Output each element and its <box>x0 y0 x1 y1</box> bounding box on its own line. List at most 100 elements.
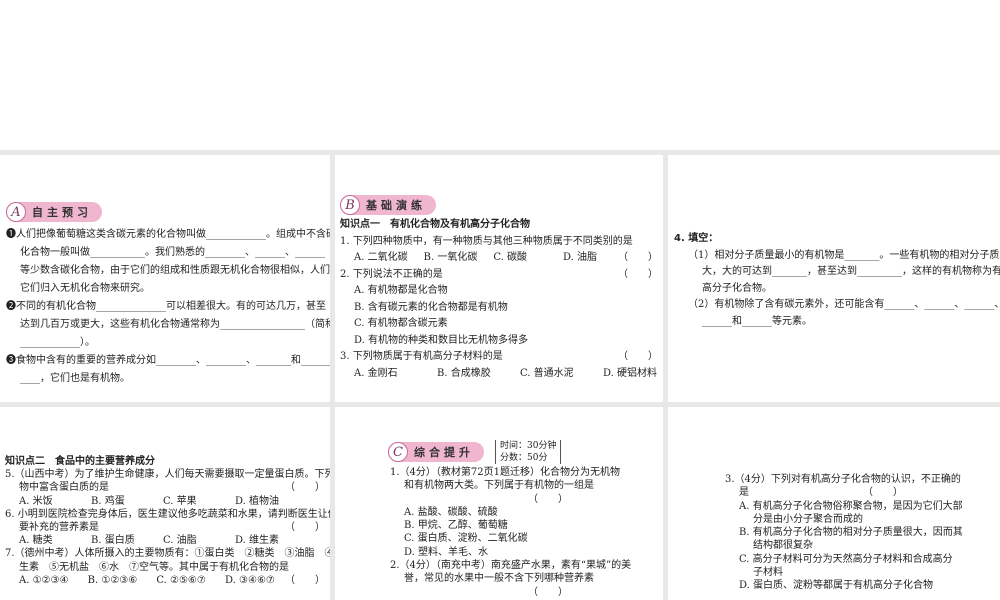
option: D. 油脂 <box>563 252 598 263</box>
options-row: A. ①②③④ B. ①②③⑥ C. ②⑤⑥⑦ D. ③④⑥⑦ <box>5 574 285 587</box>
answer-paren: （ ） <box>528 586 568 598</box>
option-cont: 分是由小分子聚合而成的 <box>753 513 863 525</box>
option: B. 一氧化碳 <box>423 252 478 263</box>
badge-letter: A <box>6 202 26 222</box>
text-line: ____，它们也是有机物。 <box>20 373 130 384</box>
blank-top-area <box>0 0 1000 150</box>
text: 是 <box>739 487 749 499</box>
panel-fill-in: 4. 填空： （1）相对分子质量最小的有机物是_______。一些有机物的相对分… <box>668 155 1000 402</box>
option: A. 有机物都是化合物 <box>354 285 448 296</box>
answer-paren: （ ） <box>285 574 325 586</box>
text-line: 等少数含碳化合物，由于它们的组成和性质跟无机化合物很相似，人们就将 <box>20 265 330 276</box>
option: A. 二氧化碳 <box>354 252 408 263</box>
option: C. 碳酸 <box>493 252 527 263</box>
text-line: 化合物一般叫做___________。我们熟悉的________、______、… <box>20 247 325 258</box>
practice-questions: 知识点一 有机化合物及有机高分子化合物 1. 下列四种物质中，有一种物质与其他三… <box>340 217 658 382</box>
badge-title: 自主预习 <box>32 206 92 219</box>
badge-letter: B <box>340 195 360 215</box>
option: A. 盐酸、碳酸、硫酸 <box>404 506 498 518</box>
option: D. 植物油 <box>235 495 280 507</box>
option: B. 合成橡胶 <box>437 367 491 379</box>
question-stem: 4. 填空： <box>674 233 719 244</box>
answer-paren: （ ） <box>528 493 568 505</box>
text-line: ❷不同的有机化合物______________可以相差很大。有的可达几万，甚至 <box>6 301 326 312</box>
option: D. 硬铝材料 <box>603 367 658 379</box>
question-4: 4. 填空： （1）相对分子质量最小的有机物是_______。一些有机物的相对分… <box>674 231 1000 330</box>
knowledge-point-heading: 知识点一 有机化合物及有机高分子化合物 <box>340 219 530 230</box>
time-limit: 时间：30分钟 <box>500 441 557 451</box>
badge-title: 综合提升 <box>414 446 474 459</box>
option: B. 蛋白质 <box>91 535 135 547</box>
knowledge-point-heading: 知识点二 食品中的主要营养成分 <box>5 456 155 467</box>
option: B. 鸡蛋 <box>91 495 125 507</box>
text: 要补充的营养素是 <box>19 521 99 533</box>
question-stem: 5.（山西中考）为了维护生命健康，人们每天需要摄取一定量蛋白质。下列食 <box>5 469 330 481</box>
answer-paren: （ ） <box>863 487 903 499</box>
text-line: ❸食物中含有的重要的营养成分如________、________、_______… <box>6 355 330 366</box>
answer-paren: （ ） <box>618 351 658 362</box>
answer-paren: （ ） <box>285 482 325 494</box>
nutrition-questions: 知识点二 食品中的主要营养成分 5.（山西中考）为了维护生命健康，人们每天需要摄… <box>5 455 330 587</box>
answer-paren: （ ） <box>618 268 658 280</box>
text-line: 和有机物两大类。下列属于有机物的一组是 <box>404 480 594 492</box>
options-row: A. 二氧化碳 B. 一氧化碳 C. 碳酸 D. 油脂 <box>340 250 618 267</box>
question-stem: 3.（4分）下列对有机高分子化合物的认识，不正确的 <box>725 474 961 485</box>
badge-letter: C <box>388 442 408 462</box>
options-row: A. 米饭 B. 鸡蛋 C. 苹果 D. 植物油 <box>5 495 285 508</box>
option: C. ②⑤⑥⑦ <box>156 574 206 586</box>
option: B. 甲烷、乙醇、葡萄糖 <box>404 520 508 532</box>
question-stem-cont: 是 （ ） <box>725 486 903 499</box>
option: D. 蛋白质、淀粉等都属于有机高分子化合物 <box>739 580 934 592</box>
panel-polymer-question: 3.（4分）下列对有机高分子化合物的认识，不正确的 是 （ ） A. 有机高分子化… <box>668 407 1000 600</box>
question-stem: 6. 小明到医院检查完身体后，医生建议他多吃蔬菜和水果，请判断医生让他主 <box>5 508 330 520</box>
text-line: 高分子化合物。 <box>702 282 772 294</box>
text-line: 达到几百万或更大，这些有机化合物通常称为_________________（简称 <box>20 319 330 330</box>
text: 生素 ⑤无机盐 ⑥水 ⑦空气等。其中属于有机化合物的是 <box>19 561 289 573</box>
option: B. 含有碳元素的化合物都是有机物 <box>354 301 508 313</box>
comprehensive-questions: 1.（4分）（教材第72页1题迁移）化合物分为无机物 和有机物两大类。下列属于有… <box>390 466 632 599</box>
panel-self-preview: A 自主预习 ❶人们把像葡萄糖这类含碳元素的化合物叫做____________。… <box>0 155 330 402</box>
option: D. 有机物的种类和数目比无机物多得多 <box>354 334 529 346</box>
options-row: A. 糖类 B. 蛋白质 C. 油脂 D. 维生素 <box>5 534 285 547</box>
question-stem: 2. 下列说法不正确的是 <box>340 268 443 280</box>
option: C. 油脂 <box>163 535 197 547</box>
text: 物中富含蛋白质的是 <box>19 482 109 494</box>
option: A. 米饭 <box>19 495 53 507</box>
option: A. 糖类 <box>19 535 53 547</box>
text-line: 它们归入无机化合物来研究。 <box>20 283 150 294</box>
text-line: （1）相对分子质量最小的有机物是_______。一些有机物的相对分子质量较 <box>688 249 1000 261</box>
text-line: ____________）。 <box>20 337 95 348</box>
text-line: 大，大的可达到_______，甚至达到_________，这样的有机物称为有机 <box>702 266 1000 277</box>
answer-paren: （ ） <box>618 252 658 263</box>
question-stem: 1. 下列四种物质中，有一种物质与其他三种物质属于不同类别的是 <box>340 235 633 247</box>
question-stem: 7.（德州中考）人体所摄入的主要物质有：①蛋白类 ②糖类 ③油脂 ④维 <box>5 548 330 560</box>
option: B. ①②③⑥ <box>87 574 138 586</box>
question-2: 2. 下列说法不正确的是 （ ） <box>340 267 658 284</box>
answer-paren: （ ） <box>285 521 325 533</box>
option: B. 有机高分子化合物的相对分子质量很大，因而其 <box>739 527 963 539</box>
panel-comprehensive: C 综合提升 时间：30分钟 分数：50分 1.（4分）（教材第72页1题迁移）… <box>335 407 663 600</box>
panel-nutrition: 知识点二 食品中的主要营养成分 5.（山西中考）为了维护生命健康，人们每天需要摄… <box>0 407 330 600</box>
score-total: 分数：50分 <box>500 453 548 463</box>
panel-basic-practice: B 基础演练 知识点一 有机化合物及有机高分子化合物 1. 下列四种物质中，有一… <box>335 155 663 402</box>
text-line: （2）有机物除了含有碳元素外，还可能含有______、______、______… <box>688 299 1000 310</box>
question-stem: 3. 下列物质属于有机高分子材料的是 <box>340 351 503 362</box>
option: C. 高分子材料可分为天然高分子材料和合成高分 <box>739 553 953 565</box>
option: C. 普通水泥 <box>520 367 574 379</box>
option: D. ③④⑥⑦ <box>225 574 275 586</box>
text-line: 誉，常见的水果中一般不含下列哪种营养素 <box>404 573 594 585</box>
section-badge-a: A 自主预习 <box>6 202 102 222</box>
option: C. 苹果 <box>163 495 197 507</box>
question-stem: 2.（4分）（南充中考）南充盛产水果，素有“果城”的美 <box>390 560 632 572</box>
badge-title: 基础演练 <box>366 199 426 212</box>
section-badge-b: B 基础演练 <box>340 195 436 215</box>
question-stem-cont: 生素 ⑤无机盐 ⑥水 ⑦空气等。其中属于有机化合物的是（ ） <box>5 561 325 586</box>
text-line: ______和______等元素。 <box>702 315 812 327</box>
options-row: A. 金刚石 B. 合成橡胶 C. 普通水泥 D. 硬铝材料 <box>340 366 658 383</box>
option-cont: 结构都很复杂 <box>753 540 813 552</box>
question-3: 3.（4分）下列对有机高分子化合物的认识，不正确的 是 （ ） A. 有机高分子化… <box>725 473 963 593</box>
question-stem-cont: 物中富含蛋白质的是 （ ） <box>5 481 325 494</box>
option: C. 蛋白质、淀粉、二氧化碳 <box>404 533 528 545</box>
time-score-box: 时间：30分钟 分数：50分 <box>495 440 562 464</box>
option: A. 金刚石 <box>354 367 398 379</box>
